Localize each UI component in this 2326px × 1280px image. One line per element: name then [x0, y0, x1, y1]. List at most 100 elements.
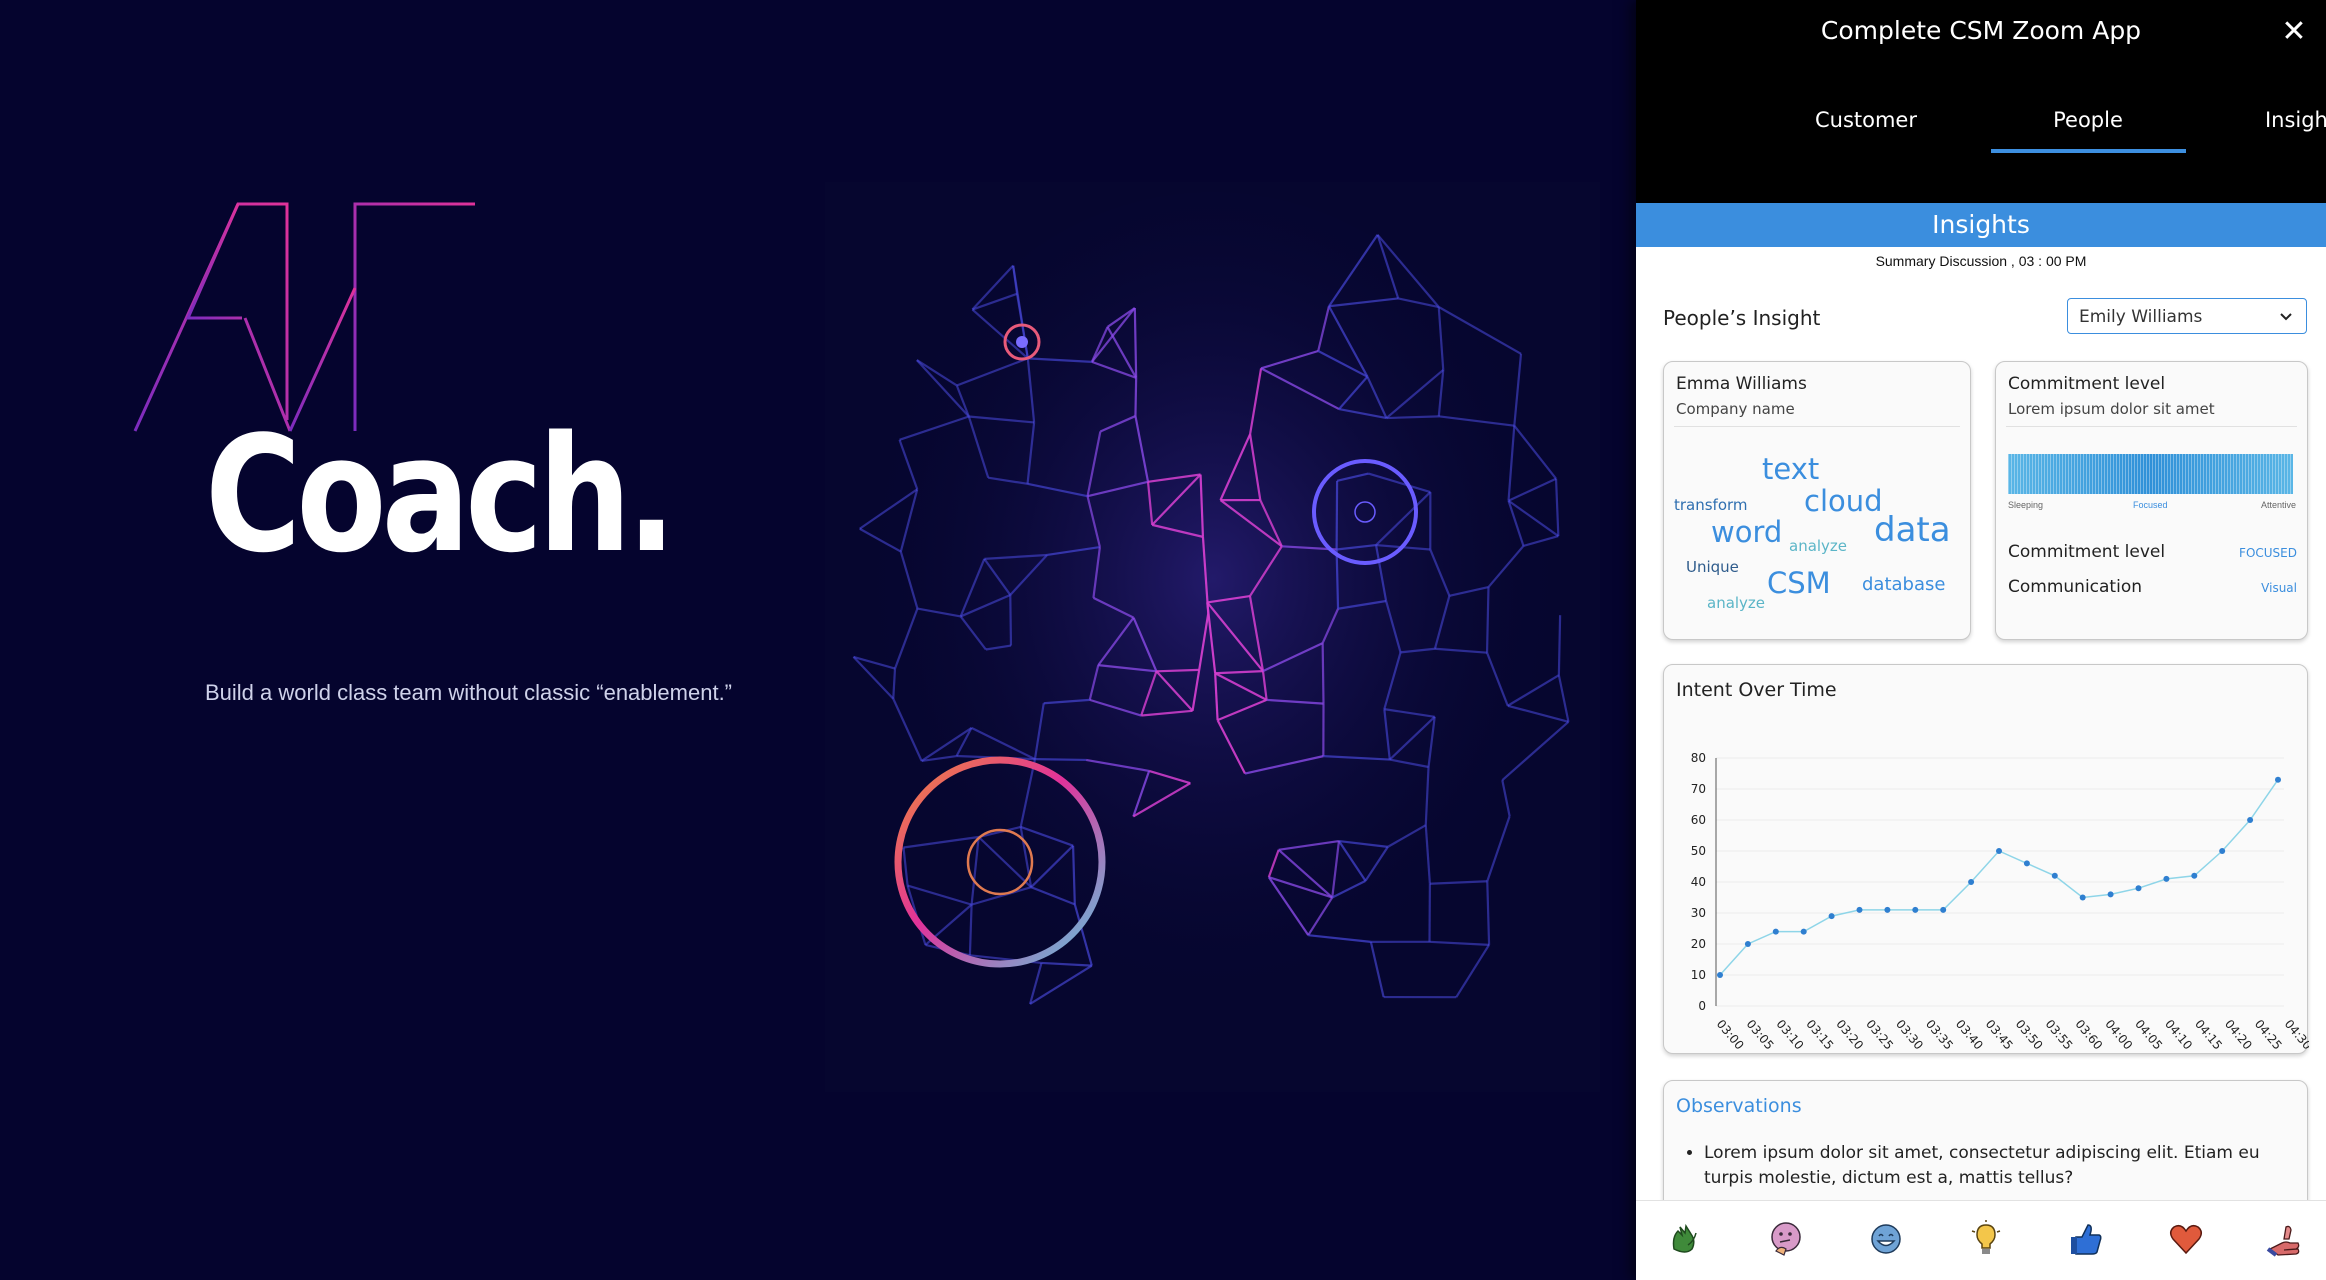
y-tick-label: 30: [1691, 906, 1706, 920]
data-point: [2219, 848, 2226, 854]
x-tick-label: 03:50: [2013, 1017, 2046, 1052]
bar-label-left: Sleeping: [2008, 500, 2044, 510]
heart-icon[interactable]: [2166, 1219, 2206, 1259]
data-point: [2023, 860, 2030, 867]
hero-section: Coach. Build a world class team without …: [0, 0, 1636, 1280]
data-point: [2107, 891, 2114, 898]
y-tick-label: 40: [1691, 875, 1706, 889]
data-point: [1744, 941, 1751, 947]
observations-list: Lorem ipsum dolor sit amet, consectetur …: [1690, 1141, 2294, 1191]
x-tick-label: 04:05: [2132, 1017, 2165, 1052]
x-tick-label: 03:45: [1983, 1017, 2016, 1052]
x-tick-label: 03:60: [2072, 1017, 2105, 1052]
active-tab-indicator: [1991, 149, 2186, 153]
x-tick-label: 03:20: [1833, 1017, 1866, 1052]
person-select-dropdown[interactable]: Emily Williams: [2067, 298, 2307, 334]
data-point: [2275, 776, 2281, 783]
data-point: [1717, 972, 1723, 978]
x-tick-label: 03:10: [1773, 1017, 1806, 1052]
person-card: Emma Williams Company name text cloud tr…: [1663, 361, 1971, 640]
brain-illustration: [825, 182, 1600, 1092]
tab-customer[interactable]: Customer: [1766, 108, 1966, 132]
data-point: [1884, 906, 1891, 913]
commitment-level-bar: [2008, 454, 2293, 494]
word-cloud-word: transform: [1674, 496, 1748, 514]
observations-title: Observations: [1676, 1095, 1802, 1117]
x-tick-label: 03:55: [2043, 1017, 2076, 1052]
data-point: [1968, 879, 1975, 885]
x-tick-label: 04:15: [2192, 1017, 2225, 1052]
reaction-bar: [1636, 1200, 2326, 1280]
y-tick-label: 70: [1691, 782, 1706, 796]
tab-insights[interactable]: Insights: [2206, 108, 2326, 132]
data-point: [1912, 906, 1919, 913]
word-cloud-word: data: [1874, 510, 1951, 550]
commitment-card: Commitment level Lorem ipsum dolor sit a…: [1995, 361, 2308, 640]
intent-chart-card: Intent Over Time 0 10 20 30 40 50 60 70 80 03:00 0…: [1663, 664, 2309, 1054]
divider: [2006, 426, 2297, 427]
x-tick-label: 03:05: [1744, 1017, 1777, 1052]
word-cloud-word: word: [1711, 515, 1783, 549]
bar-label-middle: Focused: [2133, 500, 2168, 510]
x-tick-label: 03:40: [1953, 1017, 1986, 1052]
y-tick-label: 50: [1691, 844, 1706, 858]
brain-network-image: [852, 192, 1573, 1052]
hero-title: Coach.: [205, 401, 676, 588]
person-name: Emma Williams: [1676, 374, 1807, 394]
section-title-bar: Insights: [1636, 203, 2326, 247]
communication-value: Visual: [2261, 581, 2297, 595]
panel-title: Complete CSM Zoom App: [1820, 16, 2142, 45]
raised-hand-icon[interactable]: [2264, 1219, 2304, 1259]
data-point: [1772, 928, 1779, 935]
y-tick-label: 0: [1698, 999, 1706, 1013]
data-point: [2079, 894, 2086, 901]
commitment-card-title: Commitment level: [2008, 374, 2166, 394]
word-cloud-word: analyze: [1707, 594, 1766, 612]
commitment-level-label: Commitment level: [2008, 542, 2166, 562]
x-tick-label: 04:30: [2282, 1017, 2309, 1052]
x-tick-label: 04:25: [2252, 1017, 2285, 1052]
ai-logo-mark: [133, 202, 475, 432]
x-tick-label: 03:15: [1803, 1017, 1836, 1052]
data-point: [2135, 885, 2142, 892]
chevron-down-icon: [2280, 313, 2292, 321]
csm-side-panel: Complete CSM Zoom App ✕ Customer People …: [1636, 0, 2326, 1280]
y-tick-label: 10: [1691, 968, 1706, 982]
thumbs-up-icon[interactable]: [2066, 1219, 2106, 1259]
y-tick-label: 20: [1691, 937, 1706, 951]
commitment-card-subtitle: Lorem ipsum dolor sit amet: [2008, 400, 2215, 418]
x-tick-label: 04:10: [2162, 1017, 2195, 1052]
grinning-face-icon[interactable]: [1866, 1219, 1906, 1259]
word-cloud-word: cloud: [1804, 484, 1883, 518]
x-tick-label: 04:00: [2102, 1017, 2135, 1052]
data-point: [1940, 906, 1947, 913]
company-name: Company name: [1676, 400, 1795, 418]
thinking-face-icon[interactable]: [1766, 1219, 1806, 1259]
word-cloud-word: analyze: [1789, 537, 1848, 555]
list-item: Lorem ipsum dolor sit amet, consectetur …: [1704, 1141, 2294, 1191]
x-tick-label: 03:25: [1863, 1017, 1896, 1052]
intent-line-chart: 0102030405060708003:0003:0503:1003:1503:…: [1691, 751, 2309, 1052]
x-tick-label: 03:00: [1714, 1017, 1747, 1052]
person-select-value: Emily Williams: [2079, 307, 2203, 327]
tab-people[interactable]: People: [1988, 108, 2188, 132]
x-tick-label: 03:30: [1893, 1017, 1926, 1052]
y-tick-label: 60: [1691, 813, 1706, 827]
close-icon[interactable]: ✕: [2276, 14, 2312, 50]
data-point: [1828, 913, 1835, 920]
peoples-insight-heading: People’s Insight: [1663, 306, 1821, 330]
panel-header: Complete CSM Zoom App ✕ Customer People …: [1636, 0, 2326, 203]
word-cloud-word: CSM: [1767, 566, 1831, 600]
bar-label-right: Attentive: [2261, 500, 2297, 510]
commitment-level-value: FOCUSED: [2239, 546, 2297, 560]
data-point: [2247, 817, 2254, 823]
word-cloud-word: Unique: [1686, 558, 1739, 576]
y-tick-label: 80: [1691, 751, 1706, 765]
data-point: [2163, 875, 2170, 882]
data-point: [2191, 872, 2198, 879]
word-cloud-word: database: [1862, 574, 1946, 595]
hero-tagline: Build a world class team without classic…: [205, 680, 733, 705]
clapping-hands-icon[interactable]: [1666, 1219, 1706, 1259]
communication-label: Communication: [2008, 577, 2142, 597]
lightbulb-icon[interactable]: [1966, 1219, 2006, 1259]
